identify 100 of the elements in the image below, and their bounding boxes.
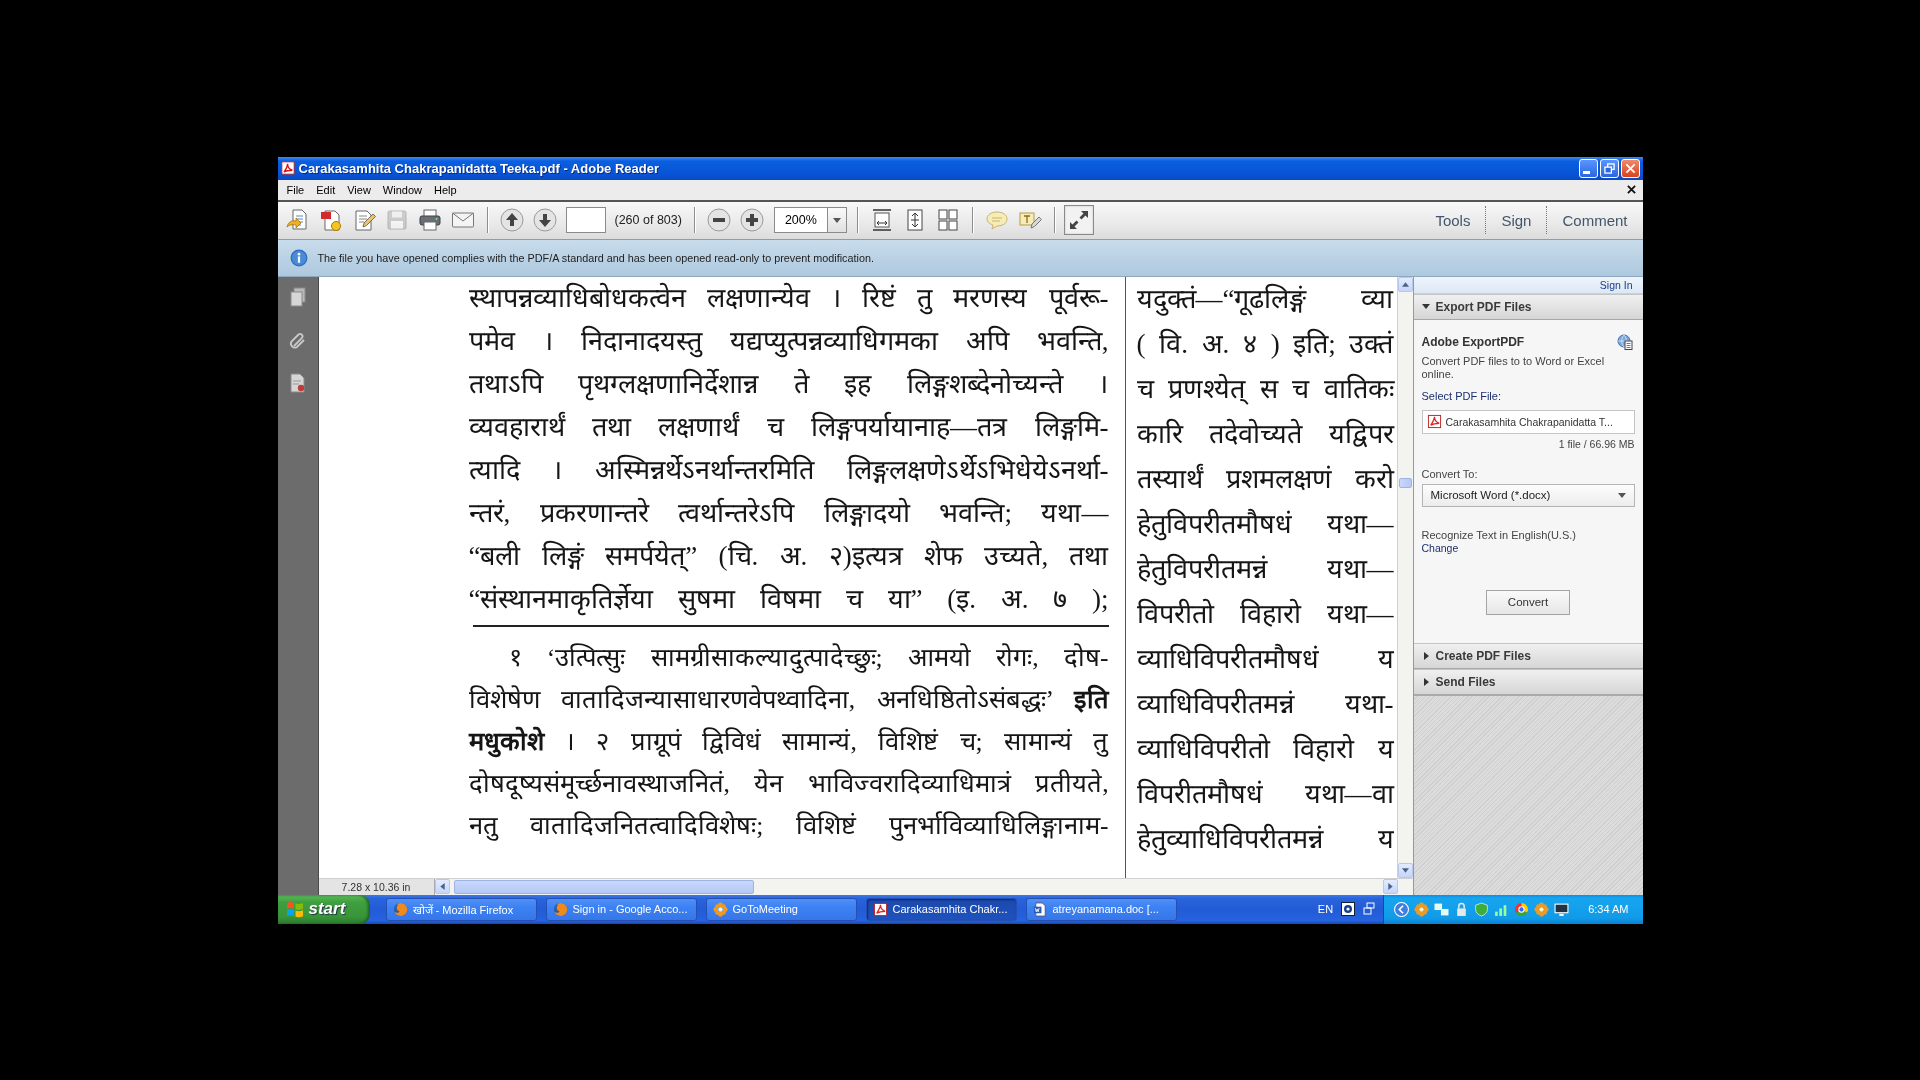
- page-text-line: हेतुव्याधिविपरीतमन्नं य: [1136, 822, 1394, 858]
- windows-flag-icon: [285, 900, 304, 918]
- page-text-line: कारि तदेवोच्यते यद्विपर: [1136, 417, 1394, 451]
- language-indicator[interactable]: EN: [1317, 903, 1334, 915]
- service-heading: Adobe ExportPDF: [1421, 334, 1525, 349]
- description-text: Convert PDF files to to Word or Excel online.: [1421, 354, 1606, 381]
- pane-tab[interactable]: Comment: [1546, 206, 1643, 234]
- menu-item[interactable]: Window: [376, 180, 428, 199]
- page-text-line: व्याधिविपरीतमन्नं यथा-: [1136, 687, 1394, 721]
- body-text-line: त्यादि । अस्मिन्नर्थेऽनर्थान्तरमिति लिङ्गलक्षणेऽर्थेऽभिधेयेऽनर्था-: [468, 453, 1109, 487]
- windows-icon[interactable]: [1363, 902, 1376, 916]
- section-header[interactable]: Send Files: [1413, 668, 1643, 695]
- menu-item[interactable]: Edit: [310, 180, 342, 199]
- taskbar-button[interactable]: Sign in - Google Acco...: [545, 897, 697, 921]
- page-text-line: यदुक्तं—“गूढलिङ्गं व्या: [1136, 282, 1394, 318]
- pages-icon[interactable]: [287, 286, 308, 307]
- page-text-line: हेतुविपरीतमौषधं यथा—: [1136, 507, 1394, 543]
- footnote-text-line: मधुकोशे । २ प्राग्रूपं द्विविधं सामान्यं, विशिष्टं च; सामान्यं तु: [468, 725, 1109, 760]
- document-arrow-icon: [285, 208, 310, 232]
- minus-icon: [706, 208, 731, 232]
- page-text-line: व्याधिविपरीतमौषधं य: [1136, 642, 1394, 676]
- page-text-line: ( वि. अ. ४ ) इति; उक्तं: [1136, 327, 1394, 361]
- footnote-text-line: विशेषेण वातादिजन्यासाधारणवेपथ्वादिना, अनधिष्ठितोऽसंबद्धः’ इति: [468, 683, 1109, 716]
- page-text-line: च प्रणश्येत् स च वातिकः: [1136, 372, 1394, 407]
- page-text-line: व्याधिविपरीतो विहारो य: [1136, 732, 1394, 766]
- close-button[interactable]: [1620, 158, 1640, 178]
- page-text-line: विपरीतमौषधं यथा—वा: [1136, 777, 1394, 811]
- body-text-line: तथाऽपि पृथग्लक्षणानिर्देशान्न ते इह लिङ्गशब्देनोच्यन्ते ।: [468, 367, 1109, 403]
- flower-icon: [712, 901, 728, 917]
- zoom-dropdown-button[interactable]: [826, 207, 847, 233]
- menu-item[interactable]: Help: [428, 180, 463, 199]
- page-text-line: तस्यार्थं प्रशमलक्षणं करो: [1136, 462, 1394, 496]
- info-message: The file you have opened complies with the PDF/A standard and has been opened read-only to prevent modification.: [317, 251, 874, 264]
- ocr-language-text: Recognize Text in English(U.S.): [1421, 528, 1577, 542]
- square-ring-icon[interactable]: [1341, 902, 1356, 916]
- body-text-line: व्यवहारार्थं तथा लक्षणार्थं च लिङ्गपर्यायानाह—तत्र लिङ्गमि-: [468, 410, 1109, 444]
- flower-icon[interactable]: [1414, 901, 1430, 917]
- info-icon: [289, 248, 308, 267]
- full-screen-button[interactable]: [1063, 205, 1094, 235]
- scrollbar-thumb[interactable]: [1398, 477, 1412, 488]
- two-squares-icon[interactable]: [1434, 901, 1450, 917]
- menu-item[interactable]: File: [280, 180, 311, 199]
- horizontal-scrollbar[interactable]: [434, 878, 1398, 895]
- down-arrow-icon: [1401, 867, 1409, 873]
- pdf-file-icon: [872, 901, 888, 917]
- page-text-line: विपरीतो विहारो यथा—: [1136, 597, 1394, 631]
- field-label: Convert To:: [1421, 467, 1479, 481]
- taskbar-button[interactable]: GoToMeeting: [705, 897, 857, 921]
- body-text-line: “संस्थानमाकृतिर्ज्ञेया सुषमा विषमा च या” (इ. अ. ७ );: [468, 582, 1109, 618]
- body-text-line: “बली लिङ्गं समर्पयेत्” (चि. अ. २)इत्यत्र शेफ उच्यते, तथा: [468, 539, 1109, 574]
- pane-tab[interactable]: Sign: [1485, 206, 1547, 234]
- left-arrow-icon: [439, 882, 445, 890]
- scroll-right-button[interactable]: [1382, 878, 1398, 894]
- restore-button[interactable]: [1599, 158, 1619, 178]
- caret-icon: [832, 217, 841, 223]
- page-number-field[interactable]: [565, 207, 606, 233]
- printer-icon: [417, 208, 442, 232]
- field-label: Select PDF File:: [1421, 389, 1502, 403]
- convert-button[interactable]: Convert: [1486, 589, 1570, 615]
- section-header[interactable]: Export PDF Files: [1413, 293, 1643, 320]
- footnote-text-line: नतु वातादिजनितत्वादिविशेषः; विशिष्टं पुनर्भाविव्याधिलिङ्गानाम-: [468, 809, 1109, 843]
- page-text-line: हेतुविपरीतमन्नं यथा—: [1136, 552, 1394, 588]
- window-title: Carakasamhita Chakrapanidatta Teeka.pdf - Adobe Reader: [298, 160, 659, 176]
- page-count: (260 of 803): [614, 213, 682, 227]
- left-chevron-icon[interactable]: [1394, 901, 1410, 917]
- close-icon[interactable]: [1626, 185, 1636, 194]
- page-size-label: 7.28 x 10.36 in: [318, 878, 435, 895]
- taskbar-button[interactable]: खोजें - Mozilla Firefox: [385, 897, 537, 921]
- footnote-text-line: १ ‘उत्पित्सुः सामग्रीसाकल्यादुत्पादेच्छुः; आमयो रोगः, दोष-: [507, 641, 1109, 676]
- body-text-line: पमेव । निदानादयस्तु यद्यप्युत्पन्नव्याधिगमका अपि भवन्ति,: [468, 324, 1109, 360]
- sign-in-link[interactable]: Sign In: [1599, 278, 1633, 291]
- plus-icon: [739, 208, 764, 232]
- body-text-line: स्थापन्नव्याधिबोधकत्वेन लक्षणान्येव । रिष्टं तु मरणस्य पूर्वरू-: [468, 281, 1109, 317]
- word-document-icon: [1032, 901, 1048, 917]
- monitor-icon[interactable]: [1554, 901, 1570, 917]
- change-link[interactable]: Change: [1421, 541, 1459, 555]
- minimize-button[interactable]: [1578, 158, 1598, 178]
- swirl-globe-icon: [552, 901, 568, 917]
- start-button[interactable]: start: [277, 894, 370, 924]
- section-header[interactable]: Create PDF Files: [1413, 642, 1643, 669]
- document-seal-icon[interactable]: [287, 372, 308, 393]
- scrollbar-thumb[interactable]: [453, 879, 754, 894]
- document-circle-icon: [318, 208, 343, 232]
- pdf-file-icon: [280, 161, 295, 175]
- up-arrow-icon: [1401, 281, 1409, 287]
- format-dropdown[interactable]: Microsoft Word (*.docx): [1421, 483, 1635, 507]
- swirl-globe-icon: [392, 901, 408, 917]
- selected-file-field[interactable]: Carakasamhita Chakrapanidatta T...: [1421, 409, 1635, 434]
- scroll-down-button[interactable]: [1397, 862, 1413, 878]
- pane-tab[interactable]: Tools: [1420, 206, 1486, 234]
- caret-icon: [1617, 492, 1626, 498]
- color-wheel-icon[interactable]: [1514, 901, 1530, 917]
- menu-item[interactable]: View: [341, 180, 377, 199]
- taskbar-button[interactable]: atreyanamana.doc [...: [1025, 897, 1177, 921]
- globe-document-icon: [1616, 333, 1633, 350]
- footnote-text-line: दोषदूष्यसंमूर्च्छनावस्थाजनितं, येन भाविज्वरादिव्याधिमात्रं प्रतीयते,: [468, 767, 1109, 802]
- file-size-text: 1 file / 66.96 MB: [1557, 437, 1635, 451]
- taskbar-button[interactable]: Carakasamhita Chakr...: [865, 897, 1017, 921]
- body-text-line: न्तरं, प्रकरणान्तरे त्वर्थान्तरेऽपि लिङ्गादयो भवन्ति; यथा—: [468, 496, 1109, 530]
- zoom-field[interactable]: 200%: [773, 207, 827, 233]
